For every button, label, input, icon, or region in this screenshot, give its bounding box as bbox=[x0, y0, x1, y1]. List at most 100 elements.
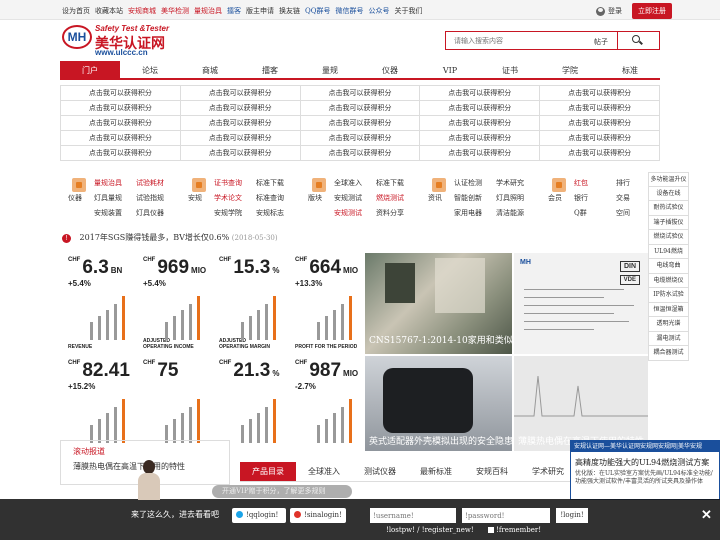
category-link[interactable]: 标准查询 bbox=[256, 192, 298, 205]
grid-cell-link[interactable]: 点击我可以获得积分 bbox=[420, 101, 541, 116]
category-link[interactable]: 家用电器 bbox=[454, 207, 496, 220]
category-link[interactable]: 红包 bbox=[574, 177, 616, 190]
nav-item[interactable]: 标准 bbox=[600, 61, 660, 78]
grid-cell-link[interactable]: 点击我可以获得积分 bbox=[540, 131, 660, 146]
nav-item[interactable]: 商城 bbox=[180, 61, 240, 78]
category-link[interactable]: 学术论文 bbox=[214, 192, 256, 205]
photo-tile-2[interactable]: 英式适配器外壳模拟出现的安全隐患 bbox=[365, 356, 512, 451]
grid-cell-link[interactable]: 点击我可以获得积分 bbox=[300, 101, 421, 116]
grid-cell-link[interactable]: 点击我可以获得积分 bbox=[180, 146, 301, 161]
tab-item[interactable]: 测试仪器 bbox=[352, 462, 408, 481]
category-link[interactable]: 安规标志 bbox=[256, 207, 298, 220]
stat-tile[interactable]: CHF 6.3 BN +5.4% REVENUE bbox=[62, 253, 136, 354]
side-list-item[interactable]: 恒温恒湿箱 bbox=[648, 302, 689, 317]
category-link[interactable]: Q群 bbox=[574, 207, 616, 220]
side-list-item[interactable]: 耐热试验仪 bbox=[648, 201, 689, 216]
side-list-item[interactable]: 透明光谱 bbox=[648, 317, 689, 332]
remember-checkbox[interactable] bbox=[488, 527, 494, 533]
lostpw-register-links[interactable]: !lostpw! / !register_new! bbox=[386, 526, 474, 534]
grid-cell-link[interactable]: 点击我可以获得积分 bbox=[300, 116, 421, 131]
grid-cell-link[interactable]: 点击我可以获得积分 bbox=[540, 146, 660, 161]
grid-cell-link[interactable]: 点击我可以获得积分 bbox=[61, 86, 181, 101]
category-link[interactable]: 灯具量规 bbox=[94, 192, 136, 205]
category-link[interactable]: 标准下载 bbox=[256, 177, 298, 190]
ad-popup[interactable]: 安规认证网—美华认证网安规网安规网|美华安规 高精度功能强大的UL94燃烧测试方… bbox=[570, 440, 720, 500]
category-link[interactable]: 安规测试 bbox=[334, 192, 376, 205]
grid-cell-link[interactable]: 点击我可以获得积分 bbox=[61, 131, 181, 146]
grid-cell-link[interactable]: 点击我可以获得积分 bbox=[61, 116, 181, 131]
search-type-tag[interactable]: 帖子 bbox=[594, 37, 608, 47]
register-button[interactable]: 立即注册 bbox=[632, 3, 672, 19]
category-link[interactable]: 清洁能源 bbox=[496, 207, 538, 220]
grid-cell-link[interactable]: 点击我可以获得积分 bbox=[420, 86, 541, 101]
popup-title[interactable]: 高精度功能强大的UL94燃烧测试方案 bbox=[571, 452, 719, 470]
stat-tile[interactable]: CHF 664 MIO +13.3% PROFIT FOR THE PERIOD bbox=[289, 253, 363, 354]
login-link[interactable]: 登录 bbox=[608, 6, 622, 16]
password-input[interactable] bbox=[462, 508, 550, 523]
grid-cell-link[interactable]: 点击我可以获得积分 bbox=[420, 146, 541, 161]
category-link[interactable]: 燃烧测试 bbox=[376, 192, 418, 205]
top-link[interactable]: 量规治具 bbox=[194, 7, 222, 15]
grid-cell-link[interactable]: 点击我可以获得积分 bbox=[300, 131, 421, 146]
side-list-item[interactable]: IP防水试验 bbox=[648, 288, 689, 303]
stat-tile[interactable]: CHF 969 MIO +5.4% ADJUSTED OPERATING INCOME bbox=[137, 253, 211, 354]
category-link[interactable]: 安规测试 bbox=[334, 207, 376, 220]
category-link[interactable]: 安规学院 bbox=[214, 207, 256, 220]
category-link[interactable]: 全球准入 bbox=[334, 177, 376, 190]
grid-cell-link[interactable]: 点击我可以获得积分 bbox=[300, 146, 421, 161]
weibo-login-button[interactable]: !sinalogin! bbox=[290, 508, 346, 523]
side-list-item[interactable]: 耦合器测试 bbox=[648, 346, 689, 361]
nav-item[interactable]: 门户 bbox=[60, 61, 120, 78]
side-list-item[interactable]: 漏电测试 bbox=[648, 331, 689, 346]
nav-item[interactable]: 量规 bbox=[300, 61, 360, 78]
tab-item[interactable]: 产品目录 bbox=[240, 462, 296, 481]
grid-cell-link[interactable]: 点击我可以获得积分 bbox=[180, 86, 301, 101]
category-link[interactable]: 资料分享 bbox=[376, 207, 418, 220]
login-button[interactable]: !login! bbox=[556, 508, 588, 523]
grid-cell-link[interactable]: 点击我可以获得积分 bbox=[420, 131, 541, 146]
nav-item[interactable]: 学院 bbox=[540, 61, 600, 78]
photo-tile-1[interactable]: CNS15767-1:2014-10家用和类似用途插 bbox=[365, 253, 512, 354]
grid-cell-link[interactable]: 点击我可以获得积分 bbox=[180, 116, 301, 131]
tab-item[interactable]: 学术研究 bbox=[520, 462, 576, 481]
tab-item[interactable]: 全球准入 bbox=[296, 462, 352, 481]
grid-cell-link[interactable]: 点击我可以获得积分 bbox=[540, 86, 660, 101]
stat-tile[interactable]: CHF 15.3% ADJUSTED OPERATING MARGIN bbox=[213, 253, 287, 354]
top-link[interactable]: 美华检测 bbox=[161, 7, 189, 15]
nav-item[interactable]: 擂客 bbox=[240, 61, 300, 78]
tab-item[interactable]: 最新标准 bbox=[408, 462, 464, 481]
nav-item[interactable]: VIP bbox=[420, 61, 480, 78]
site-logo[interactable]: MH Safety Test &Tester 美华认证网 www.ulccc.c… bbox=[62, 22, 192, 57]
category-link[interactable]: 安规装置 bbox=[94, 207, 136, 220]
remember-me[interactable]: !fremember! bbox=[488, 526, 541, 534]
close-icon[interactable]: ✕ bbox=[701, 507, 712, 523]
grid-cell-link[interactable]: 点击我可以获得积分 bbox=[540, 116, 660, 131]
top-link[interactable]: QQ群号 bbox=[305, 7, 330, 15]
top-link[interactable]: 设为首页 bbox=[62, 7, 90, 15]
side-list-item[interactable]: 燃烧试验仪 bbox=[648, 230, 689, 245]
category-link[interactable]: 灯具照明 bbox=[496, 192, 538, 205]
category-link[interactable]: 试验指规 bbox=[136, 192, 178, 205]
top-link[interactable]: 收藏本站 bbox=[95, 7, 123, 15]
category-link[interactable]: 标准下载 bbox=[376, 177, 418, 190]
side-list-item[interactable]: 电缆燃烧仪 bbox=[648, 273, 689, 288]
category-link[interactable]: 灯具仪器 bbox=[136, 207, 178, 220]
top-link[interactable]: 安规商城 bbox=[128, 7, 156, 15]
nav-item[interactable]: 仪器 bbox=[360, 61, 420, 78]
category-link[interactable]: 学术研究 bbox=[496, 177, 538, 190]
category-link[interactable]: 量规治具 bbox=[94, 177, 136, 190]
side-list-item[interactable]: 设备在线 bbox=[648, 186, 689, 201]
category-link[interactable]: 认证检测 bbox=[454, 177, 496, 190]
tab-item[interactable]: 安规百科 bbox=[464, 462, 520, 481]
side-list-item[interactable]: 端子插拔仪 bbox=[648, 215, 689, 230]
side-list-item[interactable]: UL94燃烧 bbox=[648, 244, 689, 259]
category-link[interactable]: 智能创新 bbox=[454, 192, 496, 205]
top-link[interactable]: 公众号 bbox=[368, 7, 389, 15]
top-link[interactable]: 版主申请 bbox=[246, 7, 274, 15]
grid-cell-link[interactable]: 点击我可以获得积分 bbox=[61, 146, 181, 161]
photo-tile-3[interactable]: 薄膜热电偶在高温下使用的特性 bbox=[514, 356, 648, 451]
nav-item[interactable]: 证书 bbox=[480, 61, 540, 78]
search-input[interactable] bbox=[446, 32, 616, 49]
top-link[interactable]: 擂客 bbox=[227, 7, 241, 15]
username-input[interactable] bbox=[370, 508, 456, 523]
